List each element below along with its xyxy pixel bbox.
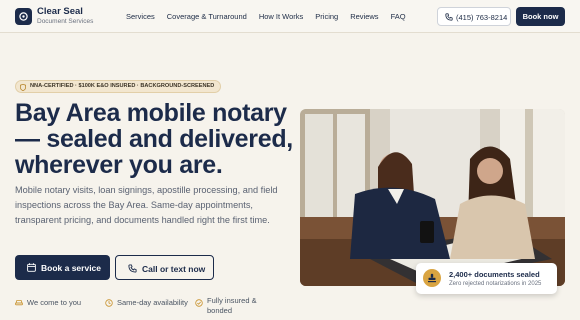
hero-lead: Mobile notary visits, loan signings, apo…	[15, 185, 278, 225]
top-nav: Clear Seal Document Services Services Co…	[0, 0, 580, 33]
phone-number: (415) 763-8214	[456, 13, 508, 22]
nav-pricing[interactable]: Pricing	[315, 12, 338, 21]
check-shield-icon	[195, 299, 203, 307]
feature-label: We come to you	[27, 298, 82, 307]
hero-photo	[300, 109, 565, 286]
book-now-button[interactable]: Book now	[516, 7, 565, 26]
seal-logo-icon[interactable]	[15, 8, 32, 25]
stat-title: 2,400+ documents sealed	[449, 270, 540, 279]
nav-faq[interactable]: FAQ	[391, 12, 406, 21]
main-menu: Services Coverage & Turnaround How It Wo…	[126, 12, 418, 21]
stamp-icon	[423, 269, 441, 287]
credentials-badge: NNA-CERTIFIED · $100K E&O INSURED · BACK…	[15, 80, 222, 93]
badge-text: NNA-CERTIFIED · $100K E&O INSURED · BACK…	[30, 83, 215, 89]
book-service-button[interactable]: Book a service	[15, 255, 110, 280]
feature-label: Fully insured & bonded	[207, 296, 257, 315]
shield-icon	[20, 83, 26, 91]
feature-label: Same-day availability	[117, 298, 188, 307]
nav-reviews[interactable]: Reviews	[350, 12, 378, 21]
nav-how-it-works[interactable]: How It Works	[259, 12, 303, 21]
calendar-icon	[27, 262, 36, 272]
book-service-label: Book a service	[41, 263, 102, 273]
call-text-button[interactable]: Call or text now	[115, 255, 214, 280]
nav-services[interactable]: Services	[126, 12, 155, 21]
stat-subtitle: Zero rejected notarizations in 2025	[449, 281, 542, 287]
stats-card: 2,400+ documents sealed Zero rejected no…	[416, 263, 557, 294]
phone-icon	[128, 263, 137, 273]
brand-tagline: Document Services	[37, 18, 94, 25]
nav-coverage[interactable]: Coverage & Turnaround	[167, 12, 247, 21]
car-icon	[15, 300, 23, 306]
call-text-label: Call or text now	[142, 263, 206, 274]
clock-icon	[105, 299, 113, 307]
phone-button[interactable]: (415) 763-8214	[437, 7, 511, 26]
phone-icon	[445, 13, 453, 21]
brand-name[interactable]: Clear Seal	[37, 6, 83, 17]
hero-headline: Bay Area mobile notary — sealed and deli…	[15, 99, 293, 179]
